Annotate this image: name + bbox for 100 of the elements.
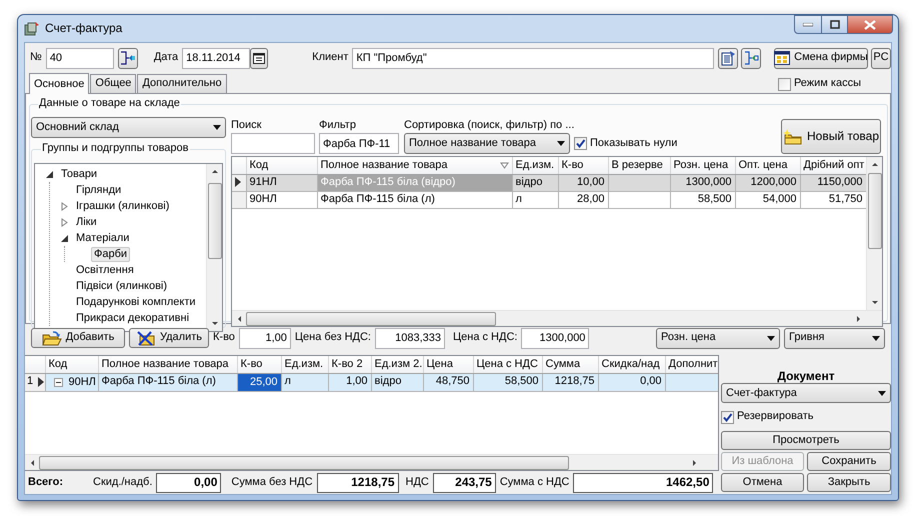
tree-item[interactable]: Подарункові комплекти	[74, 296, 198, 309]
link-button[interactable]	[118, 48, 138, 68]
document-title: Документ	[776, 369, 836, 384]
properties-button[interactable]	[718, 48, 738, 68]
filter-field[interactable]: Фарба ПФ-11	[319, 133, 399, 154]
show-zeros-checkbox[interactable]: Показывать нули	[574, 137, 678, 150]
vertical-scrollbar[interactable]	[866, 157, 882, 310]
total-value: 0,00	[156, 473, 222, 493]
horizontal-scrollbar[interactable]	[232, 310, 882, 326]
column-header[interactable]: Опт. цена	[735, 157, 800, 174]
column-header[interactable]: Ед.изм.	[281, 356, 328, 373]
reserve-checkbox[interactable]: Резервировать	[721, 410, 891, 424]
tree-item[interactable]: Матеріали	[74, 232, 132, 245]
checkmark-icon	[575, 138, 586, 150]
column-header[interactable]: Сумма	[542, 356, 598, 373]
price-type-dropdown[interactable]: Розн. цена	[656, 328, 780, 348]
tree-item[interactable]: Товари	[59, 168, 100, 181]
column-header[interactable]: Цена	[423, 356, 473, 373]
tab[interactable]: Основное	[29, 73, 90, 94]
table-cell: 1150,000	[800, 174, 866, 192]
tab[interactable]: Общее	[90, 74, 136, 93]
number-field[interactable]: 40	[46, 48, 114, 68]
client-field[interactable]: КП "Промбуд"	[352, 48, 714, 68]
search-field[interactable]	[231, 133, 315, 154]
tree-item[interactable]: Освітлення	[74, 264, 136, 277]
table-cell: 0,00	[598, 373, 665, 391]
dialog-button[interactable]: Просмотреть	[721, 431, 891, 450]
table-cell: відро	[371, 373, 423, 391]
total-value: 243,75	[432, 473, 496, 493]
caret-icon	[872, 336, 880, 340]
column-header[interactable]: Ед.изм.	[512, 157, 558, 174]
group-title: Группы и подгруппы товаров	[41, 142, 190, 156]
quantity-field[interactable]: 1,00	[238, 328, 291, 348]
client-label: Клиент	[312, 51, 348, 65]
tab[interactable]: Дополнительно	[137, 74, 227, 93]
calendar-button[interactable]	[250, 48, 268, 68]
folder-cross-icon	[136, 330, 156, 346]
column-header[interactable]: К-во	[237, 356, 281, 373]
close-button[interactable]	[848, 15, 893, 34]
dialog-button[interactable]: Отмена	[721, 473, 804, 492]
column-header[interactable]: Код	[246, 157, 317, 174]
caret-icon	[557, 141, 565, 146]
vertical-scrollbar[interactable]	[206, 164, 222, 332]
folder-arrow-icon	[42, 330, 62, 346]
total-value: 1218,75	[316, 473, 399, 493]
price-field[interactable]: 1083,333	[374, 328, 445, 348]
column-header[interactable]: Розн. цена	[670, 157, 735, 174]
column-header[interactable]: В резерве	[608, 157, 670, 174]
price-vat-field[interactable]: 1300,000	[521, 328, 590, 348]
column-header[interactable]: Дрібний опт	[800, 157, 866, 174]
column-header[interactable]: К-во 2	[328, 356, 371, 373]
table-cell: 90НЛ	[246, 191, 317, 208]
price-vat-label: Цена с НДС:	[452, 331, 518, 345]
rs-button[interactable]: РС	[871, 48, 891, 68]
table-cell: 48,750	[423, 373, 473, 391]
table-cell: 91НЛ	[246, 174, 317, 192]
column-header[interactable]: Полное название товара	[317, 157, 512, 174]
currency-dropdown[interactable]: Гривня	[784, 328, 885, 348]
column-header[interactable]: Дополнит	[665, 356, 718, 373]
table-cell: 1,00	[328, 373, 371, 391]
table-cell: Фарба ПФ-115 біла (л)	[98, 373, 237, 391]
tree-item[interactable]: Підвіси (ялинкові)	[74, 280, 170, 293]
tree-item[interactable]: Фарби	[91, 246, 130, 262]
column-header[interactable]: Цена с НДС	[473, 356, 542, 373]
new-item-button[interactable]: Новый товар	[781, 119, 881, 154]
row-indicator[interactable]	[232, 174, 246, 192]
totals-caption: Сумма с НДС	[500, 476, 570, 490]
minimize-icon	[803, 22, 813, 26]
column-header[interactable]: К-во	[558, 157, 608, 174]
column-header[interactable]: Скидка/над	[598, 356, 665, 373]
tree-item[interactable]: Ліки	[74, 216, 99, 229]
date-field[interactable]: 18.11.2014	[182, 48, 250, 68]
column-header[interactable]: Ед.изм 2.	[371, 356, 423, 373]
tree-item[interactable]: Іграшки (ялинкові)	[74, 200, 172, 213]
horizontal-scrollbar[interactable]	[25, 454, 718, 470]
price-label: Цена без НДС:	[294, 331, 371, 345]
tree-item[interactable]: Гірлянди	[74, 184, 124, 197]
cash-mode-checkbox[interactable]: Режим кассы	[778, 75, 861, 93]
row-number: 1	[27, 375, 34, 389]
warehouse-dropdown[interactable]: Основний склад	[31, 117, 226, 138]
dialog-button[interactable]: Сохранить	[807, 452, 891, 471]
maximize-button[interactable]	[822, 15, 848, 34]
dialog-button[interactable]: Закрыть	[807, 473, 891, 492]
add-button[interactable]: Добавить	[31, 328, 125, 348]
link-button[interactable]	[741, 48, 761, 68]
folder-icon	[783, 128, 803, 145]
delete-button[interactable]: Удалить	[129, 328, 209, 348]
change-firm-button[interactable]: Смена фирмы	[774, 48, 868, 68]
minimize-button[interactable]	[794, 15, 822, 34]
tree-item[interactable]: Прикраси декоративні	[74, 312, 192, 325]
date-label: Дата	[154, 51, 178, 65]
caret-icon	[213, 125, 221, 130]
column-header[interactable]: Код	[45, 356, 98, 373]
document-type-dropdown[interactable]: Счет-фактура	[721, 383, 891, 404]
caret-icon	[767, 336, 775, 340]
sort-dropdown[interactable]: Полное название товара	[404, 133, 570, 154]
header-corner	[232, 157, 246, 174]
table-cell: 54,000	[735, 191, 800, 208]
table-cell: 58,500	[473, 373, 542, 391]
column-header[interactable]: Полное название товара	[98, 356, 237, 373]
